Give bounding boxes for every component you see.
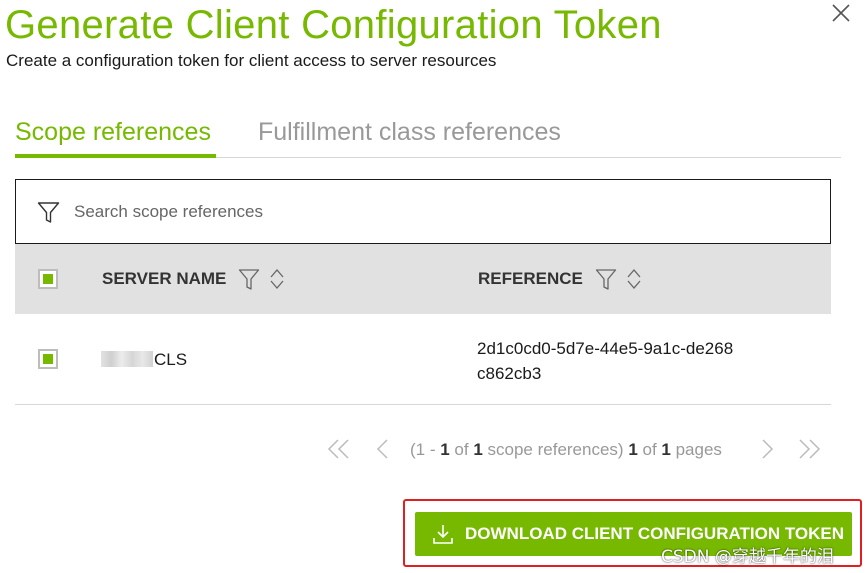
column-label-server-name: SERVER NAME <box>102 269 227 288</box>
pagination-of-pages: of <box>637 440 662 459</box>
column-header-server-name: SERVER NAME <box>102 244 294 314</box>
tab-scope-references[interactable]: Scope references <box>15 116 211 148</box>
reference-cell: 2d1c0cd0-5d7e-44e5-9a1c-de268c862cb3 <box>477 339 734 383</box>
sort-icon[interactable] <box>623 267 645 291</box>
search-input[interactable] <box>74 194 774 230</box>
table-header: SERVER NAME REFERENCE <box>15 244 831 314</box>
dialog-subtitle: Create a configuration token for client … <box>6 51 497 70</box>
prev-page-icon[interactable] <box>370 437 396 461</box>
server-name-text: CLS <box>154 350 188 369</box>
watermark: CSDN @穿越千年的泪 <box>661 547 834 567</box>
search-box <box>15 179 831 244</box>
pagination-pages-suffix: pages <box>670 440 722 459</box>
redacted-text <box>101 351 153 367</box>
table-row[interactable]: CLS 2d1c0cd0-5d7e-44e5-9a1c-de268c862cb3 <box>15 314 831 405</box>
active-tab-indicator <box>15 154 216 158</box>
download-icon <box>433 525 453 544</box>
pagination-items-suffix: scope references) <box>482 440 629 459</box>
pagination: (1 - 1 of 1 scope references) 1 of 1 pag… <box>326 432 826 466</box>
next-page-icon[interactable] <box>754 437 780 461</box>
filter-icon[interactable] <box>595 267 617 291</box>
tab-fulfillment-class-references[interactable]: Fulfillment class references <box>258 116 561 148</box>
close-icon <box>832 4 850 22</box>
pagination-range-end: 1 <box>440 440 450 459</box>
pagination-range-prefix: (1 - <box>410 440 441 459</box>
checkbox-checked-mark <box>43 274 53 284</box>
pagination-total-items: 1 <box>473 440 483 459</box>
server-name-cell: CLS <box>101 350 187 370</box>
column-label-reference: REFERENCE <box>478 269 583 288</box>
last-page-icon[interactable] <box>796 437 822 461</box>
sort-icon[interactable] <box>266 267 288 291</box>
close-button[interactable] <box>830 2 852 24</box>
pagination-of: of <box>449 440 474 459</box>
pagination-summary: (1 - 1 of 1 scope references) 1 of 1 pag… <box>410 440 722 460</box>
filter-icon[interactable] <box>37 201 60 224</box>
dialog-title: Generate Client Configuration Token <box>5 3 662 47</box>
first-page-icon[interactable] <box>326 437 352 461</box>
column-header-reference: REFERENCE <box>478 244 651 314</box>
row-checkbox[interactable] <box>38 349 58 369</box>
select-all-checkbox[interactable] <box>38 269 58 289</box>
checkbox-checked-mark <box>43 354 53 364</box>
pagination-total-pages: 1 <box>661 440 671 459</box>
pagination-current-page: 1 <box>628 440 638 459</box>
filter-icon[interactable] <box>238 267 260 291</box>
tab-bar: Scope references Fulfillment class refer… <box>15 112 841 158</box>
download-button-label: DOWNLOAD CLIENT CONFIGURATION TOKEN <box>465 524 845 543</box>
